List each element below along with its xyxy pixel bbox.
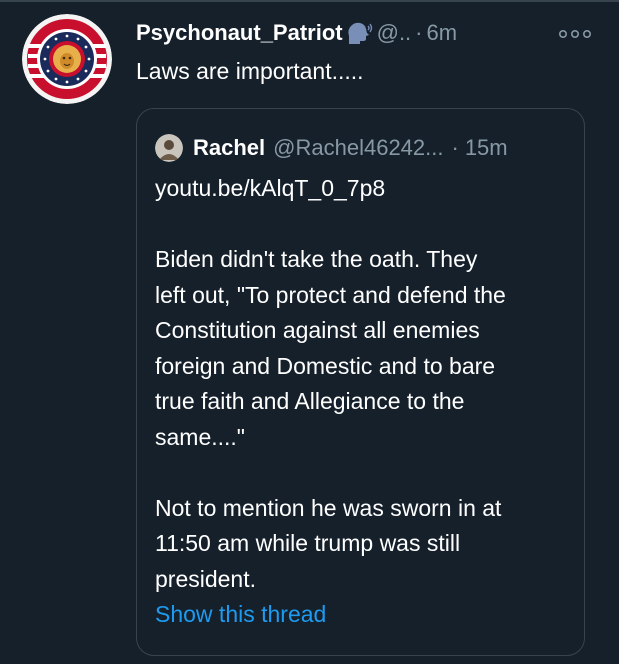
quoted-text-line: president. — [155, 565, 257, 592]
quoted-text-line: left out, "To protect and defend the — [155, 281, 506, 308]
tweet-text: Laws are important..... — [136, 58, 364, 84]
quoted-link[interactable]: youtu.be/kAlqT_0_7p8 — [155, 171, 580, 207]
quoted-header-separator: · — [451, 135, 459, 160]
quoted-tweet-header: Rachel @Rachel46242... · 15m — [155, 133, 508, 163]
header-separator: · — [415, 20, 423, 45]
quoted-text-line: Constitution against all enemies — [155, 317, 480, 343]
quoted-text-line: 11:50 am while trump was still — [155, 530, 461, 556]
author-handle[interactable]: @.. — [377, 20, 412, 46]
quoted-author-handle[interactable]: @Rachel46242... — [273, 135, 443, 161]
top-divider — [0, 0, 619, 2]
patriot-lion-avatar-icon — [22, 14, 112, 104]
speaking-head-icon — [345, 20, 373, 46]
quoted-text-line: same...." — [155, 423, 245, 450]
tweet-header: Psychonaut_Patriot @.. · 6m — [136, 18, 457, 48]
quoted-text-line: foreign and Domestic and to bare — [155, 352, 496, 379]
user-avatar-icon[interactable] — [155, 134, 183, 162]
quoted-tweet-timestamp[interactable]: 15m — [465, 135, 508, 161]
quoted-author-name[interactable]: Rachel — [193, 135, 265, 161]
author-avatar[interactable] — [22, 14, 112, 104]
show-thread-link[interactable]: Show this thread — [155, 601, 326, 628]
more-options-icon[interactable] — [555, 24, 595, 44]
quoted-text-line: Not to mention he was sworn in at — [155, 494, 502, 521]
quoted-tweet-body: youtu.be/kAlqT_0_7p8 Biden didn't take t… — [155, 171, 580, 597]
tweet-timestamp[interactable]: 6m — [427, 20, 458, 46]
quoted-text-line: Biden didn't take the oath. They — [155, 246, 478, 272]
quoted-tweet-card[interactable]: Rachel @Rachel46242... · 15m youtu.be/kA… — [136, 108, 585, 656]
author-display-name[interactable]: Psychonaut_Patriot — [136, 20, 343, 46]
quoted-text-line: true faith and Allegiance to the — [155, 388, 465, 414]
